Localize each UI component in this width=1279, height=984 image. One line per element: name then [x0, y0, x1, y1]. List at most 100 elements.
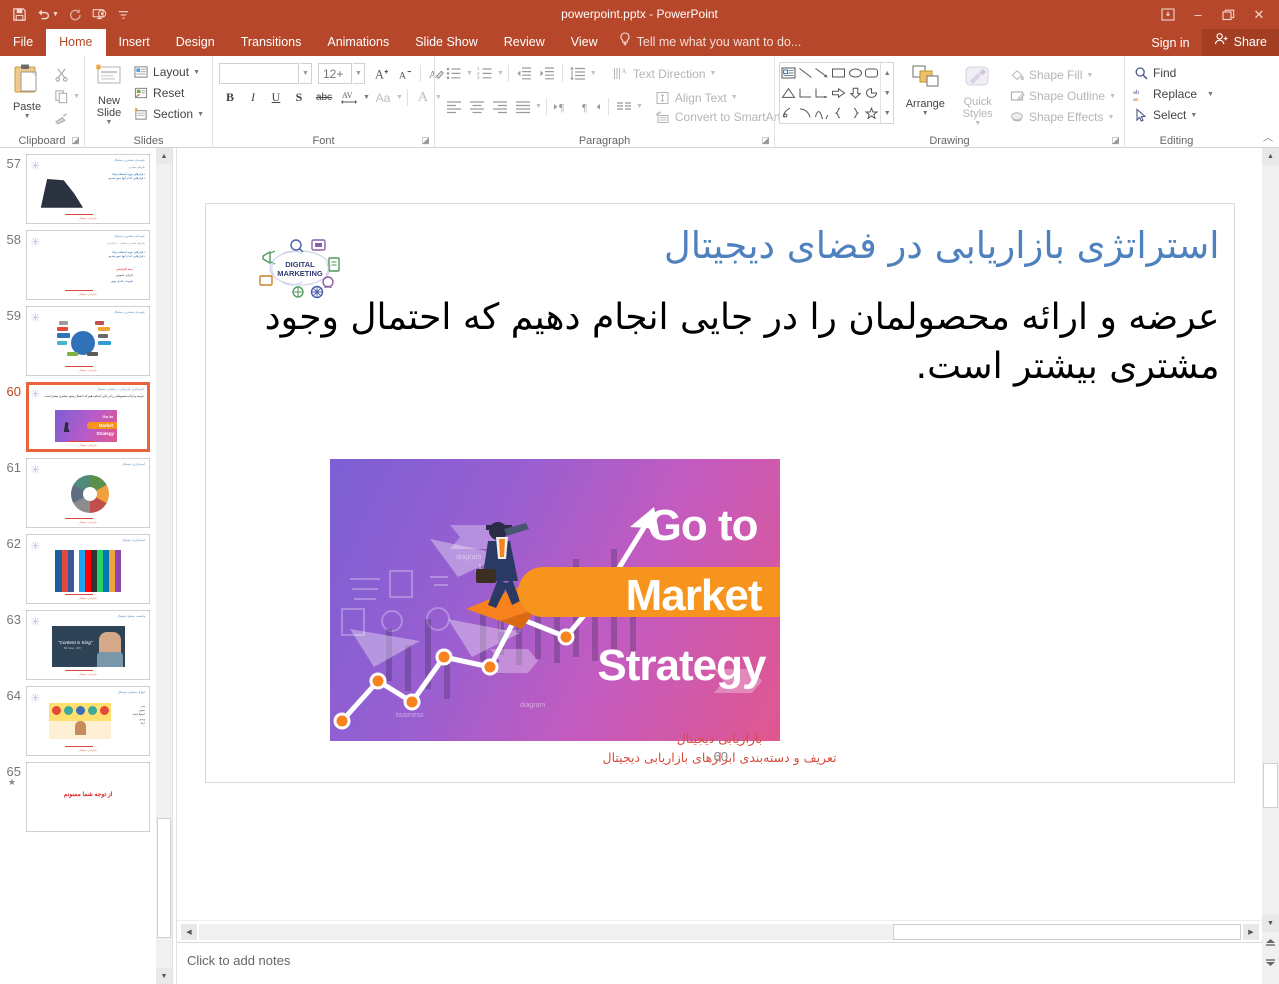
- font-name-dropdown-icon[interactable]: ▼: [300, 63, 312, 84]
- shape-elbow-arrow-icon[interactable]: [813, 83, 830, 103]
- tab-review[interactable]: Review: [491, 29, 558, 56]
- font-name-input[interactable]: [219, 63, 299, 84]
- save-icon[interactable]: [8, 4, 30, 26]
- numbering-dropdown-icon[interactable]: ▼: [497, 70, 504, 77]
- columns-button[interactable]: [613, 96, 635, 117]
- section-dropdown-icon[interactable]: ▼: [197, 111, 204, 118]
- new-slide-dropdown-icon[interactable]: ▼: [106, 119, 113, 126]
- notes-placeholder[interactable]: Click to add notes: [187, 953, 1262, 968]
- shape-textbox-icon[interactable]: [780, 63, 797, 83]
- horizontal-scroll-thumb[interactable]: [893, 923, 1241, 940]
- vertical-scrollbar[interactable]: ▲ ▼: [1262, 148, 1279, 984]
- tab-slide-show[interactable]: Slide Show: [402, 29, 491, 56]
- go-to-market-strategy-image[interactable]: diagram business diagram Go to Market St…: [329, 459, 780, 741]
- clipboard-dialog-launcher[interactable]: ◪: [70, 135, 81, 146]
- find-button[interactable]: Find: [1129, 63, 1218, 83]
- paste-dropdown-icon[interactable]: ▼: [24, 113, 31, 120]
- minimize-button[interactable]: –: [1183, 3, 1213, 27]
- undo-icon[interactable]: [32, 4, 54, 26]
- tab-transitions[interactable]: Transitions: [228, 29, 315, 56]
- tab-animations[interactable]: Animations: [314, 29, 402, 56]
- format-painter-button[interactable]: [50, 108, 72, 129]
- shape-arrow-icon[interactable]: [813, 63, 830, 83]
- align-center-button[interactable]: [466, 96, 488, 117]
- scroll-up-icon[interactable]: ▲: [1262, 148, 1279, 165]
- horizontal-scrollbar[interactable]: ◀ ▶: [177, 920, 1262, 942]
- shape-fill-dropdown-icon[interactable]: ▼: [1086, 72, 1093, 79]
- paste-button[interactable]: Paste ▼: [4, 61, 50, 120]
- shapes-scroll-down-icon[interactable]: ▼: [881, 83, 893, 103]
- justify-dropdown-icon[interactable]: ▼: [535, 103, 542, 110]
- shape-rounded-rectangle-icon[interactable]: [864, 63, 881, 83]
- rtl-button[interactable]: ¶: [578, 96, 604, 117]
- arrange-dropdown-icon[interactable]: ▼: [922, 110, 929, 117]
- thumbnail-image[interactable]: استراتژی دیجیتال بازاریابی دیجیتال: [26, 458, 150, 528]
- thumbnail-image[interactable]: خودمان مشتری دیجیتال نیازهای مشتری دیجیت…: [26, 230, 150, 300]
- next-slide-button[interactable]: [1262, 953, 1279, 970]
- slide-thumbnail-62[interactable]: 62 استراتژی دیجیتال بازاریابی دیجیتال: [0, 528, 172, 604]
- sign-in-link[interactable]: Sign in: [1139, 36, 1201, 50]
- new-slide-button[interactable]: New Slide ▼: [89, 61, 129, 126]
- tab-design[interactable]: Design: [163, 29, 228, 56]
- align-text-dropdown-icon[interactable]: ▼: [731, 94, 738, 101]
- share-button[interactable]: Share: [1201, 29, 1279, 56]
- text-direction-button[interactable]: A Text Direction ▼: [609, 64, 721, 84]
- increase-font-size-button[interactable]: A: [371, 63, 393, 84]
- shapes-gallery[interactable]: ▲ ▼ ▼: [779, 62, 895, 124]
- align-right-button[interactable]: [489, 96, 511, 117]
- increase-indent-button[interactable]: [536, 63, 558, 84]
- thumbnail-image[interactable]: انواع محتوای دیجیتال متن تصویر اینفوگرافیک…: [26, 686, 150, 756]
- shapes-more-icon[interactable]: ▼: [881, 103, 893, 123]
- bullets-button[interactable]: [443, 63, 465, 84]
- decrease-indent-button[interactable]: [513, 63, 535, 84]
- columns-dropdown-icon[interactable]: ▼: [636, 103, 643, 110]
- thumbnail-image-selected[interactable]: استراتژی بازاریابی در فضای دیجیتال عرضه …: [26, 382, 150, 452]
- restore-button[interactable]: [1213, 3, 1243, 27]
- select-dropdown-icon[interactable]: ▼: [1190, 112, 1197, 119]
- shape-outline-button[interactable]: Shape Outline ▼: [1005, 86, 1120, 106]
- shape-left-brace-icon[interactable]: [830, 103, 847, 123]
- tab-file[interactable]: File: [0, 29, 47, 56]
- shape-line-icon[interactable]: [797, 63, 814, 83]
- copy-button[interactable]: [50, 86, 72, 107]
- scrollbar-thumb[interactable]: [157, 818, 171, 938]
- decrease-font-size-button[interactable]: A: [394, 63, 416, 84]
- start-slideshow-icon[interactable]: [88, 4, 110, 26]
- thumbnail-image[interactable]: واشنت محتوا دیجیتال "Content is King" Bi…: [26, 610, 150, 680]
- underline-button[interactable]: U: [265, 87, 287, 108]
- quick-styles-dropdown-icon[interactable]: ▼: [974, 120, 981, 127]
- section-button[interactable]: Section ▼: [129, 104, 208, 124]
- tell-me-search[interactable]: Tell me what you want to do...: [611, 29, 810, 56]
- reset-button[interactable]: Reset: [129, 83, 208, 103]
- slide-thumbnail-63[interactable]: 63 واشنت محتوا دیجیتال "Content is King"…: [0, 604, 172, 680]
- thumbnail-pane-scrollbar[interactable]: ▲ ▼: [156, 148, 172, 984]
- character-spacing-button[interactable]: AV: [338, 87, 362, 108]
- font-size-dropdown-icon[interactable]: ▼: [353, 63, 365, 84]
- collapse-ribbon-button[interactable]: ︿: [1263, 129, 1273, 144]
- shape-arc-icon[interactable]: [797, 103, 814, 123]
- character-spacing-dropdown-icon[interactable]: ▼: [363, 94, 370, 101]
- font-dialog-launcher[interactable]: ◪: [420, 135, 431, 146]
- slide-thumbnail-65[interactable]: 65 ★ از توجه شما ممنونم: [0, 756, 172, 832]
- text-shadow-button[interactable]: S: [288, 87, 310, 108]
- redo-icon[interactable]: [64, 4, 86, 26]
- slide-thumbnail-64[interactable]: 64 انواع محتوای دیجیتال متن تصویر اینفوگرا…: [0, 680, 172, 756]
- justify-button[interactable]: [512, 96, 534, 117]
- shape-effects-dropdown-icon[interactable]: ▼: [1108, 114, 1115, 121]
- shape-elbow-connector-icon[interactable]: [797, 83, 814, 103]
- thumbnail-image[interactable]: خودمان مشتری دیجیتال نیازهای مشتری • قرا…: [26, 154, 150, 224]
- select-button[interactable]: Select ▼: [1129, 105, 1218, 125]
- scroll-left-icon[interactable]: ◀: [181, 923, 197, 940]
- align-left-button[interactable]: [443, 96, 465, 117]
- slide-canvas[interactable]: DIGITAL MARKETING استراتژی بازاریابی در …: [177, 148, 1262, 920]
- font-color-button[interactable]: A: [412, 87, 434, 108]
- text-direction-dropdown-icon[interactable]: ▼: [710, 70, 717, 77]
- paragraph-dialog-launcher[interactable]: ◪: [760, 135, 771, 146]
- thumbnail-image[interactable]: استراتژی دیجیتال بازاریابی دیجیتال: [26, 534, 150, 604]
- thumbnail-image[interactable]: از توجه شما ممنونم: [26, 762, 150, 832]
- ltr-button[interactable]: ¶: [551, 96, 577, 117]
- slide-thumbnail-59[interactable]: 59 خودمان مشتری دیجیتال بازاریابی دیجیتا…: [0, 300, 172, 376]
- tab-insert[interactable]: Insert: [106, 29, 163, 56]
- italic-button[interactable]: I: [242, 87, 264, 108]
- replace-dropdown-icon[interactable]: ▼: [1207, 91, 1214, 98]
